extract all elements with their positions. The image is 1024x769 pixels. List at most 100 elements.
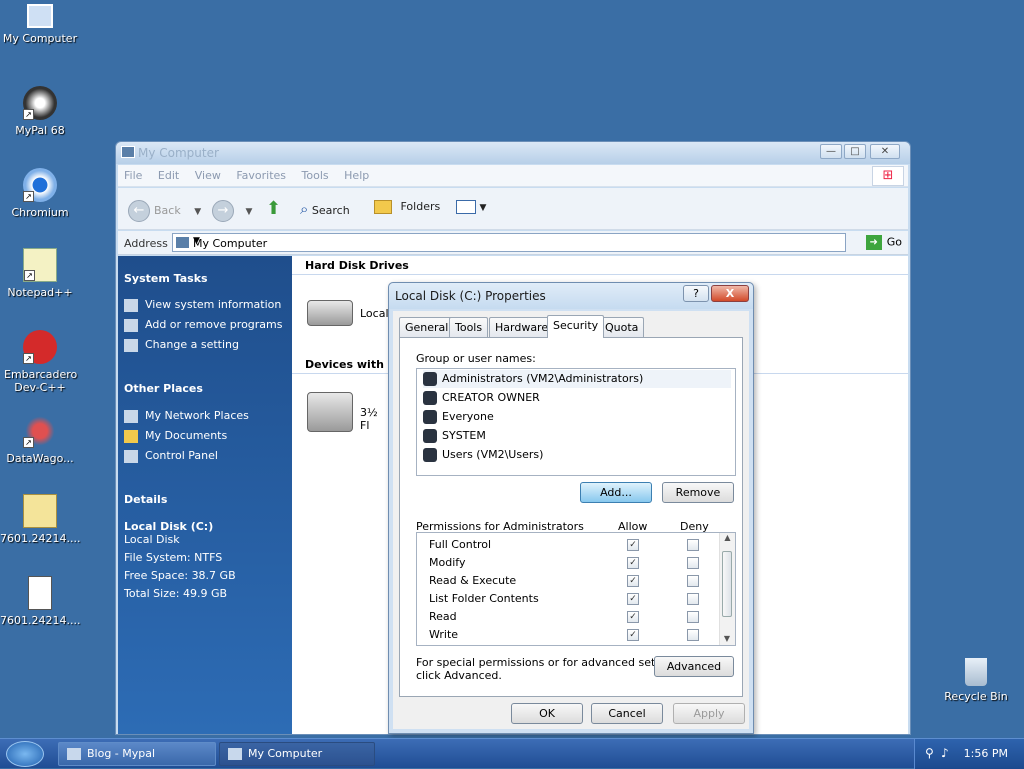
permission-row: List Folder Contents ✓ <box>429 590 729 608</box>
notepadpp-icon: ↗ <box>23 248 57 282</box>
tab-tools[interactable]: Tools <box>449 317 489 337</box>
task-pane: System Tasks View system information Add… <box>118 256 292 734</box>
start-button[interactable] <box>6 741 44 767</box>
floppy-drive-item[interactable]: 3½ Fl <box>307 392 378 432</box>
allow-checkbox[interactable]: ✓ <box>627 575 639 587</box>
desktop-icon-recycle-bin[interactable]: Recycle Bin <box>936 658 1016 703</box>
apply-button[interactable]: Apply <box>673 703 745 724</box>
advanced-button[interactable]: Advanced <box>654 656 734 677</box>
ok-button[interactable]: OK <box>511 703 583 724</box>
explorer-titlebar[interactable]: My Computer — □ ✕ <box>116 142 910 164</box>
taskbar-item-my-computer[interactable]: My Computer <box>219 742 375 766</box>
tab-general[interactable]: General <box>399 317 455 337</box>
desktop-icon-my-computer[interactable]: My Computer <box>0 4 80 45</box>
list-item[interactable]: Users (VM2\Users) <box>423 446 731 464</box>
tab-hardware[interactable]: Hardware <box>489 317 555 337</box>
deny-checkbox[interactable] <box>687 575 699 587</box>
desktop-icon-iso[interactable]: 7601.24214.... <box>0 494 80 545</box>
local-disk-item[interactable]: Local <box>307 300 389 326</box>
desktop-icon-chromium[interactable]: ↗ Chromium <box>0 168 80 219</box>
desktop-icon-datawago[interactable]: ↗ DataWago... <box>0 414 80 465</box>
floppy-drive-icon <box>307 392 353 432</box>
menu-tools[interactable]: Tools <box>296 165 335 182</box>
network-places-link[interactable]: My Network Places <box>124 409 249 423</box>
permission-row: Modify ✓ <box>429 554 729 572</box>
devcpp-icon: ↗ <box>23 330 57 364</box>
hard-drive-icon <box>307 300 353 326</box>
add-remove-programs-link[interactable]: Add or remove programs <box>124 318 283 332</box>
permissions-scrollbar[interactable]: ▲ ▼ <box>719 533 735 645</box>
menu-favorites[interactable]: Favorites <box>230 165 292 182</box>
desktop-icon-7z[interactable]: 7601.24214.... <box>0 576 80 627</box>
deny-checkbox[interactable] <box>687 539 699 551</box>
views-button[interactable]: ▼ <box>456 200 486 214</box>
folders-button[interactable]: Folders <box>374 200 440 214</box>
allow-checkbox[interactable]: ✓ <box>627 611 639 623</box>
maximize-button[interactable]: □ <box>844 144 866 159</box>
desktop-icon-mypal[interactable]: ↗ MyPal 68 <box>0 86 80 137</box>
documents-folder-icon <box>124 429 138 443</box>
add-button[interactable]: Add... <box>580 482 652 503</box>
go-button[interactable]: ➜ Go <box>865 235 902 250</box>
desktop-icon-notepadpp[interactable]: ↗ Notepad++ <box>0 248 80 299</box>
view-system-info-link[interactable]: View system information <box>124 298 281 312</box>
scroll-up-icon[interactable]: ▲ <box>720 533 735 542</box>
list-item[interactable]: Administrators (VM2\Administrators) <box>423 370 731 388</box>
minimize-button[interactable]: — <box>820 144 842 159</box>
my-documents-link[interactable]: My Documents <box>124 429 227 443</box>
clock[interactable]: 1:56 PM <box>964 747 1008 760</box>
allow-checkbox[interactable]: ✓ <box>627 593 639 605</box>
deny-checkbox[interactable] <box>687 629 699 641</box>
cancel-button[interactable]: Cancel <box>591 703 663 724</box>
menu-view[interactable]: View <box>189 165 227 182</box>
menu-edit[interactable]: Edit <box>152 165 185 182</box>
scroll-down-icon[interactable]: ▼ <box>720 634 734 643</box>
dialog-close-button[interactable]: X <box>711 285 749 302</box>
windows-logo-icon: ⊞ <box>872 166 904 186</box>
users-icon <box>423 429 437 443</box>
allow-checkbox[interactable]: ✓ <box>627 557 639 569</box>
forward-dropdown-icon[interactable]: ▼ <box>246 207 253 217</box>
deny-checkbox[interactable] <box>687 611 699 623</box>
back-dropdown-icon[interactable]: ▼ <box>194 207 201 217</box>
help-button[interactable]: ? <box>683 285 709 302</box>
network-tray-icon[interactable]: ⚲ <box>925 746 934 760</box>
list-item[interactable]: Everyone <box>423 408 731 426</box>
details-heading: Details <box>124 493 168 506</box>
taskbar-item-mypal[interactable]: Blog - Mypal <box>58 742 216 766</box>
deny-checkbox[interactable] <box>687 593 699 605</box>
dialog-titlebar[interactable]: Local Disk (C:) Properties ? X <box>389 283 753 309</box>
desktop-icon-devcpp[interactable]: ↗ Embarcadero Dev-C++ <box>0 330 80 394</box>
forward-button[interactable]: → ▼ <box>212 200 252 222</box>
users-icon <box>423 391 437 405</box>
allow-checkbox[interactable]: ✓ <box>627 629 639 641</box>
close-button[interactable]: ✕ <box>870 144 900 159</box>
user-list[interactable]: Administrators (VM2\Administrators) CREA… <box>416 368 736 476</box>
control-panel-link[interactable]: Control Panel <box>124 449 218 463</box>
other-places-heading: Other Places <box>124 382 203 395</box>
volume-tray-icon[interactable]: ♪ <box>941 746 949 760</box>
address-input[interactable]: My Computer ▼ <box>172 233 846 252</box>
menu-help[interactable]: Help <box>338 165 375 182</box>
up-folder-button[interactable]: ⬆ <box>266 198 281 219</box>
allow-checkbox[interactable]: ✓ <box>627 539 639 551</box>
raccoon-icon <box>67 748 81 760</box>
iso-file-icon <box>23 494 57 528</box>
scrollbar-thumb[interactable] <box>722 551 732 617</box>
back-button[interactable]: ← Back ▼ <box>128 200 201 222</box>
search-button[interactable]: ⌕ Search <box>300 200 350 218</box>
remove-button[interactable]: Remove <box>662 482 734 503</box>
list-item[interactable]: CREATOR OWNER <box>423 389 731 407</box>
menu-file[interactable]: File <box>118 165 148 182</box>
computer-icon <box>176 237 189 248</box>
deny-checkbox[interactable] <box>687 557 699 569</box>
system-tasks-heading: System Tasks <box>124 272 208 285</box>
control-panel-icon <box>124 449 138 463</box>
change-setting-link[interactable]: Change a setting <box>124 338 239 352</box>
tab-security[interactable]: Security <box>547 315 605 338</box>
system-tray: ⚲ ♪ 1:56 PM <box>914 739 1024 769</box>
address-dropdown-icon[interactable]: ▼ <box>193 236 841 246</box>
list-item[interactable]: SYSTEM <box>423 427 731 445</box>
tab-quota[interactable]: Quota <box>599 317 645 337</box>
details-filesystem: File System: NTFS <box>124 551 223 564</box>
